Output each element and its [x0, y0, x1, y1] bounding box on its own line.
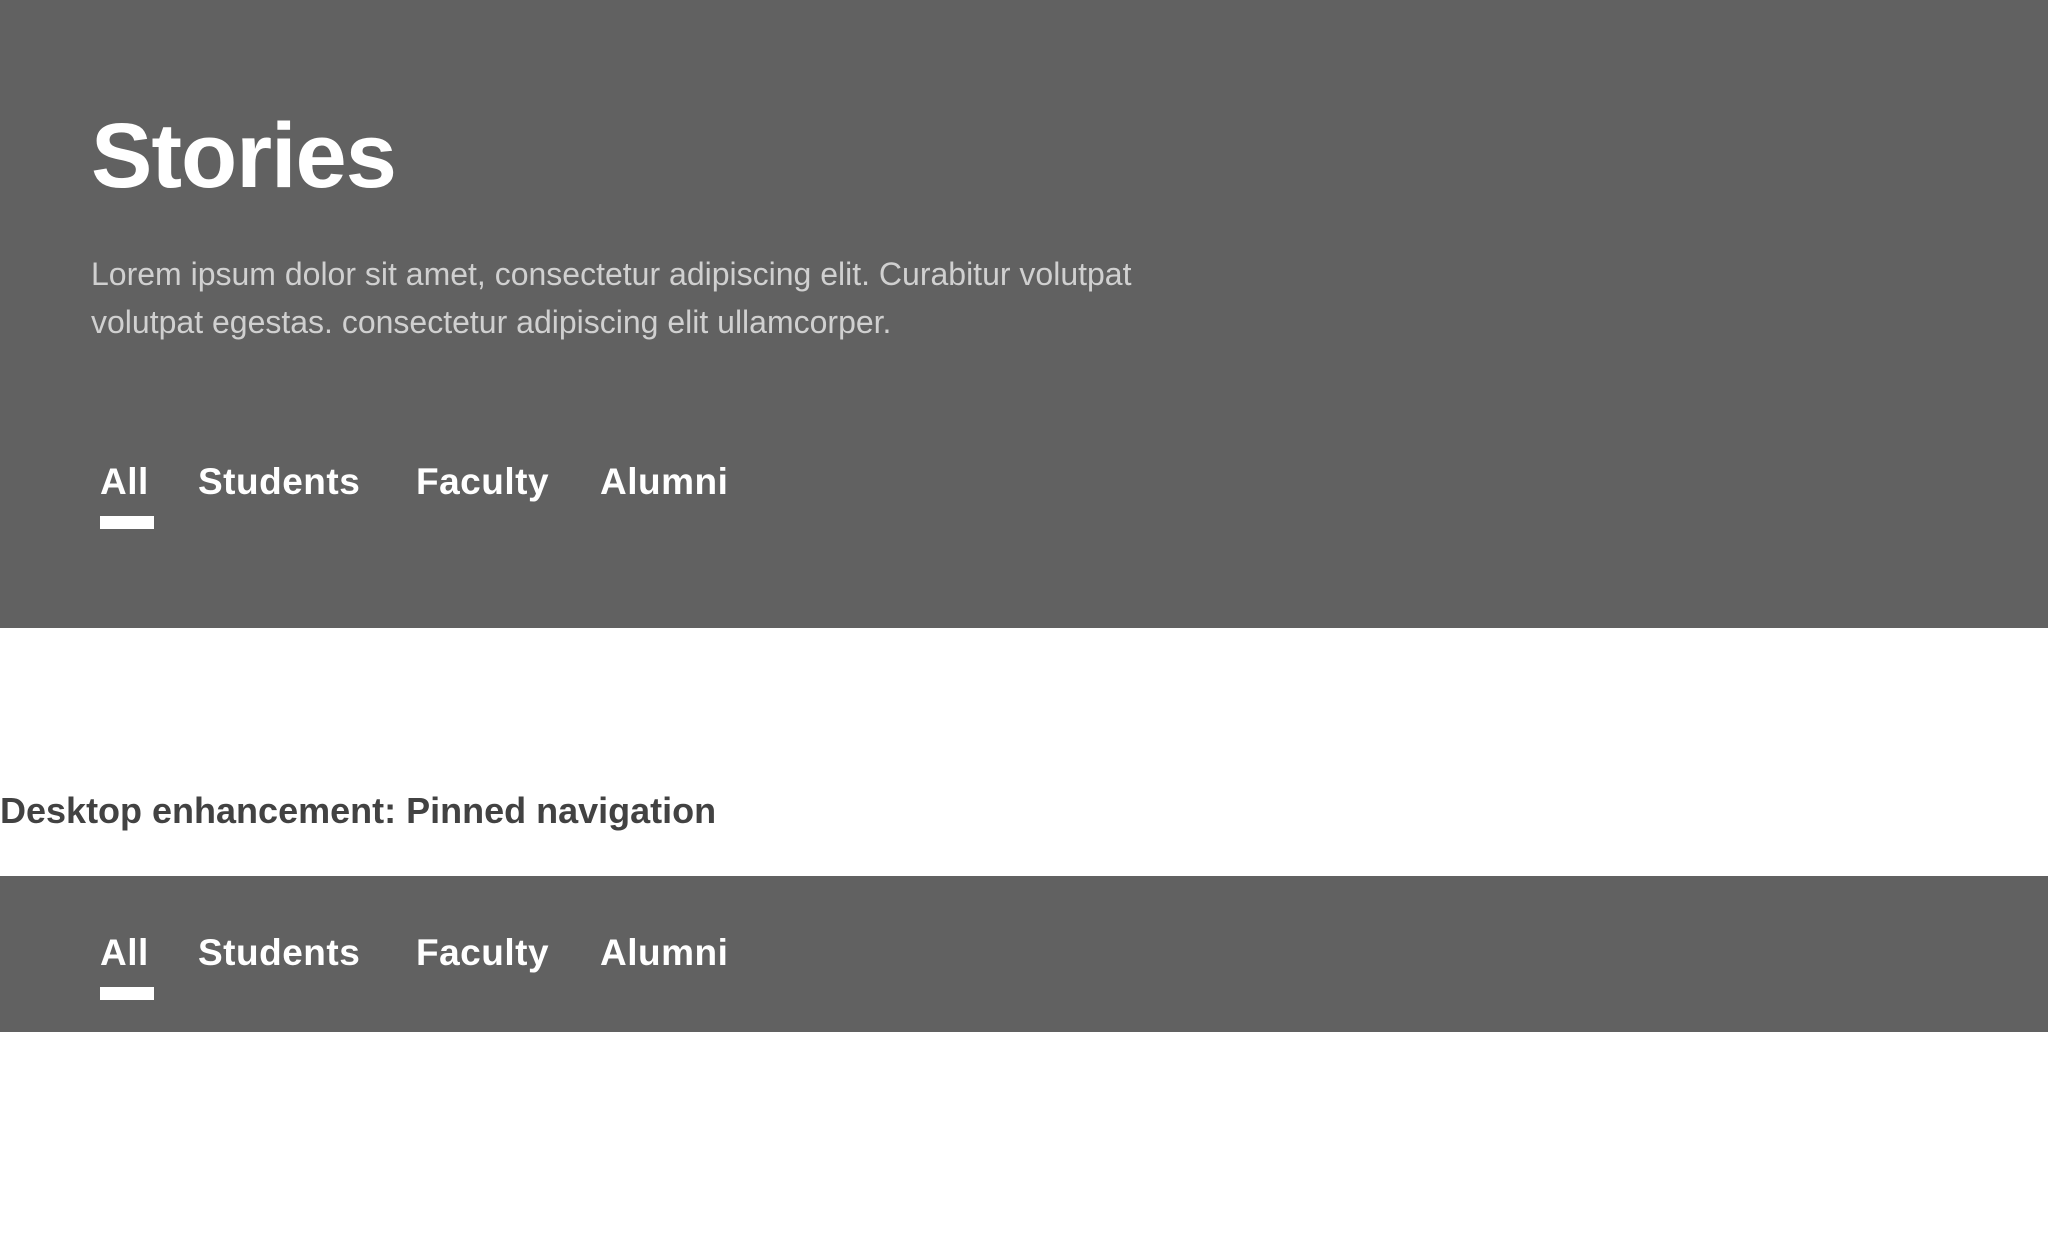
- hero-description: Lorem ipsum dolor sit amet, consectetur …: [91, 256, 1132, 340]
- pinned-navigation-bar: All Students Faculty Alumni: [0, 876, 2048, 1032]
- hero-banner: Stories Lorem ipsum dolor sit amet, cons…: [0, 0, 2048, 628]
- pinned-tab-all[interactable]: All: [100, 932, 149, 974]
- active-tab-indicator: [100, 516, 154, 529]
- pinned-tab-students[interactable]: Students: [198, 932, 360, 974]
- tab-faculty[interactable]: Faculty: [416, 461, 549, 503]
- pinned-active-tab-indicator: [100, 987, 154, 1000]
- pinned-tab-faculty[interactable]: Faculty: [416, 932, 549, 974]
- pinned-tab-alumni[interactable]: Alumni: [600, 932, 728, 974]
- tab-all[interactable]: All: [100, 461, 149, 503]
- page-title: Stories: [91, 105, 397, 207]
- section-heading: Desktop enhancement: Pinned navigation: [0, 790, 717, 831]
- tab-students[interactable]: Students: [198, 461, 360, 503]
- tab-alumni[interactable]: Alumni: [600, 461, 728, 503]
